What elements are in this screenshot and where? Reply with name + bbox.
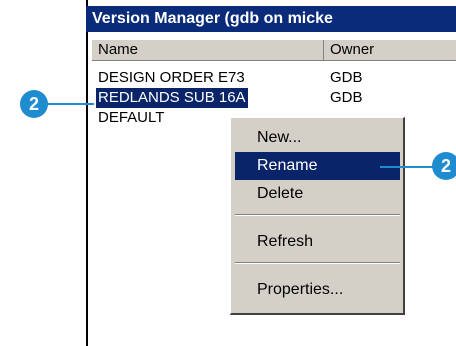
list-header: Name Owner xyxy=(92,39,456,61)
version-name: DEFAULT xyxy=(98,109,165,126)
menu-item-new[interactable]: New... xyxy=(235,124,400,152)
version-owner: GDB xyxy=(330,69,363,86)
version-name: DESIGN ORDER E73 xyxy=(98,69,245,86)
table-row[interactable]: DESIGN ORDER E73 GDB xyxy=(92,68,456,88)
context-menu: New... Rename Delete Refresh Properties.… xyxy=(230,117,405,315)
version-owner: GDB xyxy=(330,89,363,106)
menu-item-rename[interactable]: Rename xyxy=(235,152,400,180)
column-header-owner[interactable]: Owner xyxy=(324,40,456,60)
window-title: Version Manager (gdb on micke xyxy=(86,6,456,32)
column-header-name[interactable]: Name xyxy=(92,40,324,60)
menu-item-properties[interactable]: Properties... xyxy=(235,276,400,304)
table-row-selected[interactable]: REDLANDS SUB 16A GDB xyxy=(92,88,456,108)
menu-separator xyxy=(235,262,400,264)
version-name: REDLANDS SUB 16A xyxy=(96,88,248,108)
callout-step-badge: 2 xyxy=(20,90,48,118)
callout-step-badge: 2 xyxy=(432,152,456,180)
menu-item-delete[interactable]: Delete xyxy=(235,180,400,208)
callout-leader-line xyxy=(380,166,436,168)
menu-item-refresh[interactable]: Refresh xyxy=(235,228,400,256)
callout-leader-line xyxy=(44,103,94,105)
menu-separator xyxy=(235,214,400,216)
